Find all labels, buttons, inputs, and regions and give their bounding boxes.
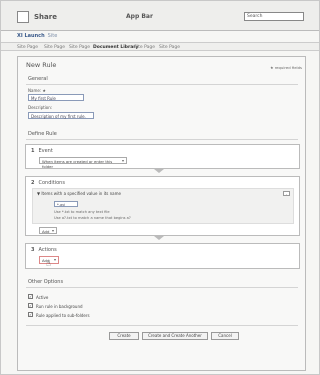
- divider: [26, 84, 298, 85]
- general-section-label: General: [28, 76, 48, 82]
- hand-cursor-icon: ☝: [46, 259, 51, 268]
- active-label: Active: [36, 295, 49, 300]
- actions-number: 3: [31, 247, 35, 253]
- actions-box: 3 Actions Add ▾ ☝: [25, 243, 300, 269]
- site-title[interactable]: XI Launch Site: [17, 33, 57, 39]
- app-name[interactable]: Share: [34, 13, 57, 21]
- other-options-section-label: Other Options: [28, 279, 64, 285]
- conditions-box: 2 Conditions ▼ Items with a specified val…: [25, 176, 300, 236]
- flow-arrow-icon: [154, 169, 164, 173]
- active-checkbox[interactable]: ✓: [28, 294, 33, 299]
- event-select[interactable]: When items are created or enter this fol…: [39, 157, 127, 169]
- event-title: Event: [38, 148, 53, 154]
- tab-site-page-4[interactable]: Site Page: [134, 45, 155, 50]
- conditions-title: Conditions: [38, 180, 65, 186]
- apply-to-subfolders-checkbox[interactable]: ✓: [28, 312, 33, 317]
- chevron-down-icon: ▾: [51, 228, 54, 233]
- condition-hint-2: Use a?.txt to match a name that begins a…: [54, 216, 131, 220]
- run-in-background-checkbox[interactable]: ✓: [28, 303, 33, 308]
- app-window: Share App Bar Search XI Launch Site Site …: [0, 0, 320, 375]
- add-condition-button[interactable]: Add ▾: [39, 227, 57, 234]
- actions-header: 3 Actions: [31, 247, 57, 253]
- cancel-button[interactable]: Cancel: [211, 332, 239, 340]
- add-condition-label: Add: [42, 229, 50, 234]
- create-button[interactable]: Create: [109, 332, 139, 340]
- new-rule-panel: New Rule ★ required fields General Name:…: [17, 56, 306, 371]
- chevron-down-icon: ▾: [121, 158, 124, 163]
- event-box: 1 Event When items are created or enter t…: [25, 144, 300, 169]
- define-rule-section-label: Define Rule: [28, 131, 57, 137]
- event-header: 1 Event: [31, 148, 53, 154]
- logo-icon[interactable]: [17, 11, 29, 23]
- conditions-header: 2 Conditions: [31, 180, 65, 186]
- condition-item: ▼ Items with a specified value in its na…: [32, 188, 294, 224]
- tab-site-page-5[interactable]: Site Page: [159, 45, 180, 50]
- condition-hint-1: Use *.txt to match any text file: [54, 210, 110, 214]
- page-title: New Rule: [26, 61, 57, 69]
- run-in-background-label: Run rule in background: [36, 304, 83, 309]
- search-input[interactable]: Search: [244, 12, 304, 21]
- site-sub: Site: [47, 33, 58, 39]
- event-select-value: When items are created or enter this fol…: [42, 159, 113, 169]
- required-fields-note: ★ required fields: [270, 65, 302, 70]
- tab-document-library[interactable]: Document Library: [93, 45, 138, 50]
- actions-title: Actions: [38, 247, 57, 253]
- create-and-create-another-button[interactable]: Create and Create Another: [142, 332, 208, 340]
- app-bar-title: App Bar: [126, 13, 153, 20]
- site-navigation: Site Page Site Page Site Page Document L…: [1, 42, 319, 51]
- site-name[interactable]: XI Launch: [17, 33, 45, 39]
- condition-title[interactable]: ▼ Items with a specified value in its na…: [37, 191, 121, 196]
- tab-site-page-2[interactable]: Site Page: [44, 45, 65, 50]
- description-field[interactable]: Description of my first rule.: [28, 112, 94, 119]
- app-bar: Share App Bar Search: [1, 1, 319, 31]
- flow-arrow-icon: [154, 236, 164, 240]
- apply-to-subfolders-label: Rule applied to sub-folders: [36, 313, 90, 318]
- description-label: Description:: [28, 105, 53, 110]
- divider: [26, 325, 298, 326]
- event-number: 1: [31, 148, 35, 154]
- divider: [26, 287, 298, 288]
- tab-site-page-3[interactable]: Site Page: [69, 45, 90, 50]
- name-field[interactable]: My first Rule: [28, 94, 84, 101]
- remove-condition-button[interactable]: -: [283, 191, 290, 196]
- divider: [26, 139, 298, 140]
- name-label: Name: ★: [28, 88, 47, 93]
- condition-value-input[interactable]: *.avi: [54, 201, 78, 207]
- tab-site-page-1[interactable]: Site Page: [17, 45, 38, 50]
- chevron-down-icon: ▾: [53, 257, 56, 262]
- conditions-number: 2: [31, 180, 35, 186]
